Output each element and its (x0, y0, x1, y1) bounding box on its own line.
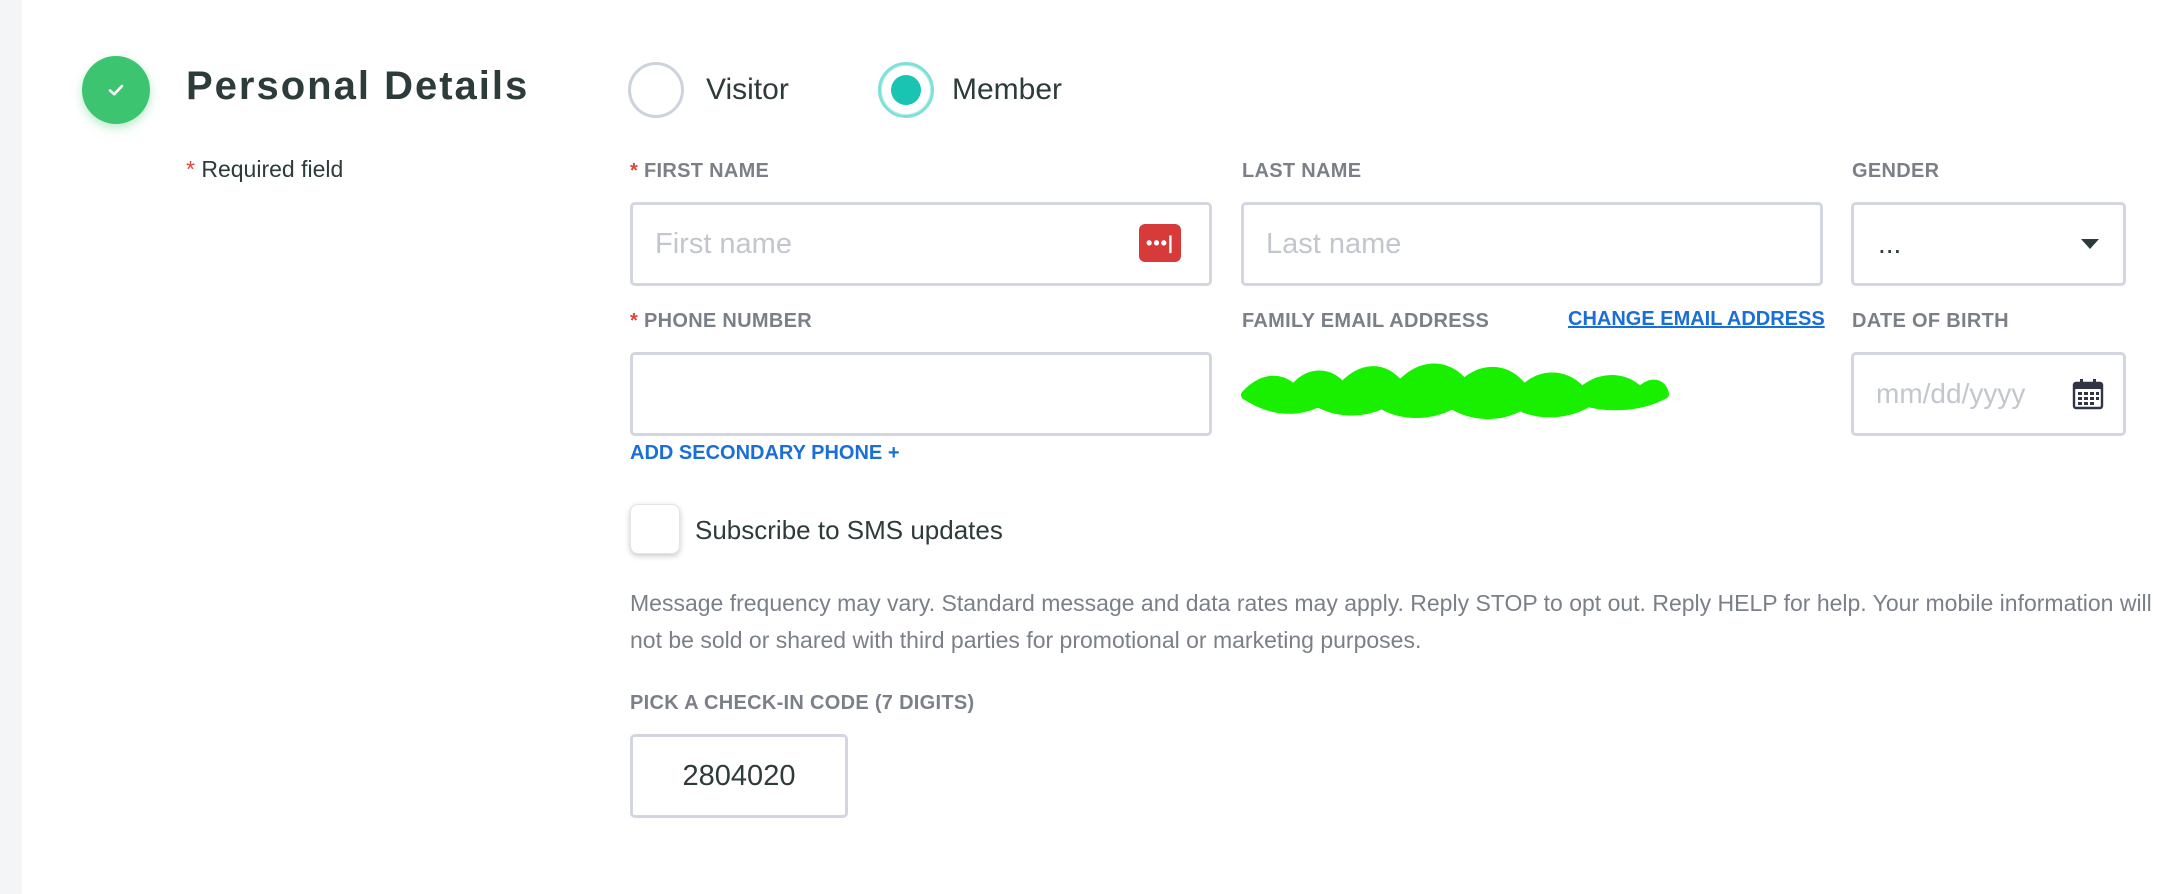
family-email-label: FAMILY EMAIL ADDRESS (1242, 310, 1490, 332)
phone-number-input[interactable] (630, 352, 1212, 436)
required-star: * (630, 310, 639, 332)
gender-select[interactable]: ... (1851, 202, 2126, 286)
sms-updates-checkbox[interactable] (630, 504, 680, 554)
caret-down-icon (2081, 239, 2099, 249)
date-of-birth-placeholder: mm/dd/yyyy (1876, 378, 2026, 409)
member-radio-label[interactable]: Member (952, 73, 1062, 107)
step-complete-badge (82, 56, 150, 124)
required-star: * (630, 160, 639, 182)
required-star: * (186, 156, 195, 182)
add-secondary-phone-link[interactable]: ADD SECONDARY PHONE + (630, 442, 900, 465)
member-radio-dot (891, 75, 921, 105)
checkin-code-input[interactable]: 2804020 (630, 734, 848, 818)
sms-updates-label[interactable]: Subscribe to SMS updates (695, 515, 1003, 546)
gender-select-value: ... (1878, 228, 1902, 259)
visitor-radio[interactable] (628, 62, 684, 118)
first-name-input[interactable] (630, 202, 1212, 286)
phone-number-label: * PHONE NUMBER (630, 310, 813, 332)
sms-disclaimer: Message frequency may vary. Standard mes… (630, 590, 2152, 653)
date-of-birth-label: DATE OF BIRTH (1852, 310, 2009, 332)
date-of-birth-input[interactable]: mm/dd/yyyy (1851, 352, 2126, 436)
redacted-email-value (1241, 363, 1669, 420)
gender-label: GENDER (1852, 160, 1940, 182)
section-title: Personal Details (186, 64, 530, 108)
change-email-link[interactable]: CHANGE EMAIL ADDRESS (1568, 308, 1825, 331)
required-field-text: Required field (201, 156, 344, 182)
first-name-label: * FIRST NAME (630, 160, 770, 182)
last-name-label: LAST NAME (1242, 160, 1362, 182)
personal-details-panel: Personal Details * Required field Visito… (22, 0, 2178, 894)
member-radio[interactable] (878, 62, 934, 118)
required-field-note: * Required field (186, 156, 343, 183)
visitor-radio-label[interactable]: Visitor (706, 73, 789, 107)
checkin-code-value: 2804020 (682, 759, 796, 792)
check-icon (108, 84, 124, 96)
calendar-icon[interactable] (2071, 377, 2105, 411)
checkin-code-label: PICK A CHECK-IN CODE (7 DIGITS) (630, 692, 975, 714)
last-name-input[interactable] (1241, 202, 1823, 286)
password-manager-icon[interactable]: •••| (1139, 224, 1181, 262)
